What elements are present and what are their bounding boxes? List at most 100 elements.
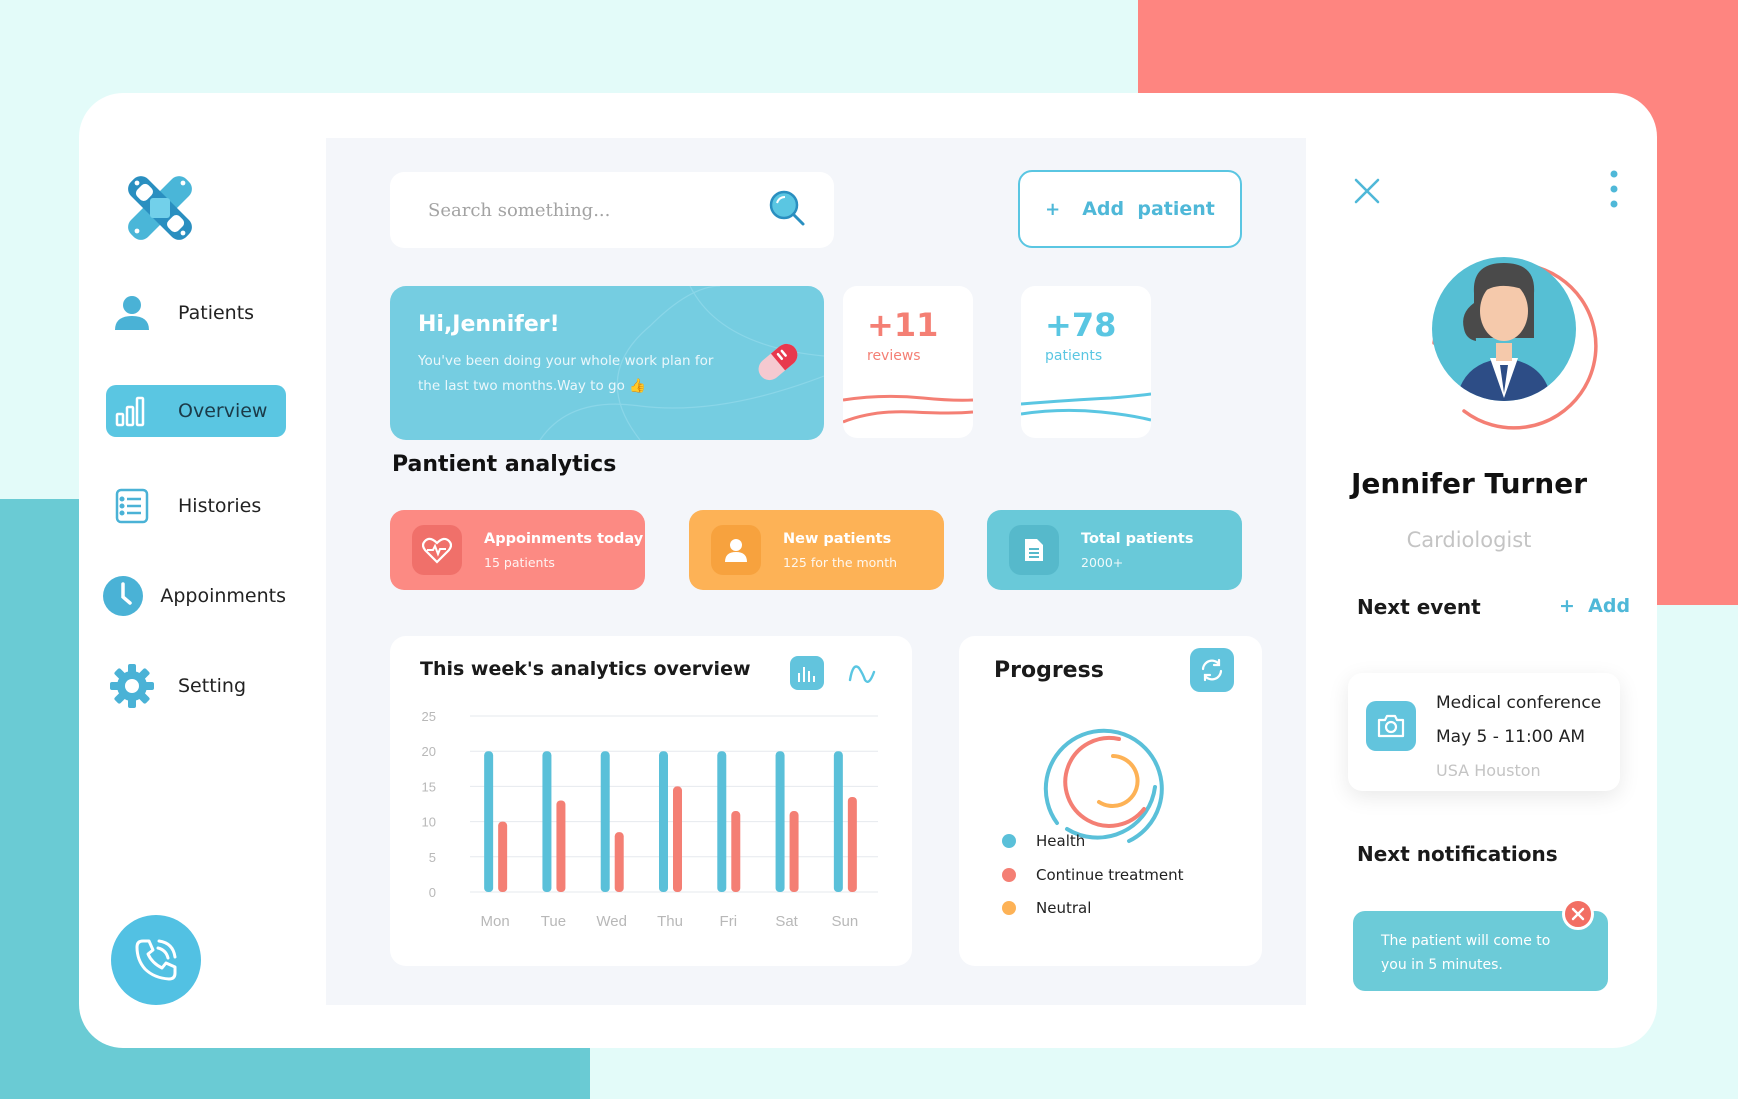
sidebar-item-label: Overview	[178, 400, 268, 422]
search-bar	[390, 172, 834, 248]
bar	[673, 786, 682, 892]
gear-icon	[102, 663, 162, 709]
welcome-message: You've been doing your whole work plan f…	[418, 353, 714, 394]
search-input[interactable]	[428, 199, 768, 221]
stat-value: +11	[867, 306, 939, 344]
wave-decoration	[1021, 392, 1151, 422]
add-patient-button[interactable]: + Add patient	[1018, 170, 1242, 248]
bar	[498, 821, 508, 892]
y-tick-label: 25	[422, 709, 436, 724]
line-chart-toggle-button[interactable]	[847, 658, 877, 692]
user-icon	[711, 525, 761, 575]
legend-item-health: Health	[1002, 832, 1085, 850]
pill-icon	[750, 334, 806, 394]
event-location: USA Houston	[1436, 761, 1541, 780]
sidebar-item-label: Patients	[178, 302, 255, 324]
bandage-logo-icon	[123, 171, 197, 245]
x-tick-label: Wed	[596, 913, 627, 930]
patients-stat-card: +78 patients	[1021, 286, 1151, 438]
bar	[614, 832, 624, 892]
x-tick-label: Sun	[832, 913, 859, 930]
patient-analytics-title: Pantient analytics	[392, 452, 617, 477]
y-tick-label: 20	[422, 744, 436, 759]
sidebar-item-appoinments[interactable]: Appoinments	[103, 570, 286, 622]
bar	[542, 751, 552, 892]
user-icon	[102, 293, 162, 333]
legend-label: Continue treatment	[1036, 866, 1184, 884]
legend-item-continue-treatment: Continue treatment	[1002, 866, 1183, 884]
camera-icon	[1366, 701, 1416, 751]
next-event-heading: Next event	[1357, 595, 1481, 619]
bar-chart-toggle-button[interactable]	[790, 656, 824, 690]
appointments-today-card[interactable]: Appoinments today 15 patients	[390, 510, 645, 590]
weekly-bar-chart: 0 5 10 15 20 25 Mon Tue Wed Thu Fri Sat Sun	[422, 709, 878, 930]
sidebar-item-setting[interactable]: Setting	[106, 660, 286, 712]
chart-title: This week's analytics overview	[420, 658, 751, 680]
profile-name: Jennifer Turner	[1350, 467, 1588, 500]
stat-label: patients	[1045, 348, 1103, 364]
bar	[789, 811, 799, 892]
notification-message: The patient will come to you in 5 minute…	[1381, 933, 1551, 973]
dismiss-notification-button[interactable]	[1562, 898, 1594, 930]
legend-item-neutral: Neutral	[1002, 899, 1091, 917]
wave-line-icon	[848, 665, 876, 683]
bar	[775, 751, 785, 892]
kpi-subtitle: 2000+	[1081, 554, 1124, 570]
y-tick-label: 5	[429, 850, 436, 865]
x-tick-label: Sat	[775, 913, 798, 930]
bar	[659, 751, 668, 892]
sidebar-item-patients[interactable]: Patients	[106, 287, 286, 339]
event-card[interactable]: Medical conference May 5 - 11:00 AM USA …	[1348, 673, 1620, 791]
kpi-title: Appoinments today	[484, 530, 644, 547]
bar	[556, 800, 566, 892]
welcome-title: Hi,Jennifer!	[418, 312, 560, 337]
close-icon[interactable]	[1353, 177, 1381, 209]
main-panel: + Add patient Hi,Jennifer! You've been d…	[326, 138, 1306, 1005]
event-time: May 5 - 11:00 AM	[1436, 727, 1585, 747]
legend-dot	[1002, 868, 1016, 882]
x-tick-label: Mon	[481, 913, 510, 930]
kpi-title: New patients	[783, 530, 892, 547]
phone-icon	[135, 939, 177, 981]
bar	[731, 811, 741, 892]
call-button[interactable]	[111, 915, 201, 1005]
next-notifications-heading: Next notifications	[1357, 842, 1558, 866]
close-icon	[1571, 907, 1585, 921]
bar-chart-icon	[102, 394, 162, 428]
bar	[847, 796, 857, 892]
document-icon	[1009, 525, 1059, 575]
search-icon[interactable]	[768, 189, 806, 231]
reviews-stat-card: +11 reviews	[843, 286, 973, 438]
refresh-button[interactable]	[1190, 648, 1234, 692]
dashboard-window: Patients Overview Histories Appoinments	[79, 93, 1657, 1048]
more-options-icon[interactable]	[1609, 169, 1619, 217]
legend-dot	[1002, 834, 1016, 848]
clock-icon	[102, 575, 144, 617]
event-title: Medical conference	[1436, 693, 1602, 713]
sidebar-item-label: Setting	[178, 675, 247, 697]
total-patients-card[interactable]: Total patients 2000+	[987, 510, 1242, 590]
kpi-subtitle: 125 for the month	[783, 554, 898, 570]
welcome-card: Hi,Jennifer! You've been doing your whol…	[390, 286, 824, 440]
progress-title: Progress	[994, 658, 1104, 683]
sidebar-item-overview[interactable]: Overview	[106, 385, 286, 437]
weekly-analytics-card: 0 5 10 15 20 25 Mon Tue Wed Thu Fri Sat Sun This wee…	[390, 636, 912, 966]
bar	[717, 751, 727, 892]
bar-chart-icon	[798, 667, 815, 682]
sidebar-item-histories[interactable]: Histories	[106, 480, 286, 532]
heart-pulse-icon	[412, 525, 462, 575]
x-tick-label: Tue	[541, 913, 566, 930]
plus-icon: +	[1045, 198, 1061, 220]
y-tick-label: 10	[422, 815, 436, 830]
new-patients-card[interactable]: New patients 125 for the month	[689, 510, 944, 590]
sidebar-item-label: Appoinments	[160, 585, 286, 607]
bar	[600, 751, 610, 892]
bar	[484, 751, 494, 892]
stat-label: reviews	[867, 348, 921, 364]
add-event-link[interactable]: + Add	[1559, 595, 1630, 617]
add-patient-label: Add patient	[1082, 198, 1215, 220]
list-icon	[102, 487, 162, 525]
stat-value: +78	[1045, 306, 1117, 344]
progress-card: Progress Health Continue treatment Neutr…	[959, 636, 1262, 966]
kpi-subtitle: 15 patients	[484, 554, 555, 570]
